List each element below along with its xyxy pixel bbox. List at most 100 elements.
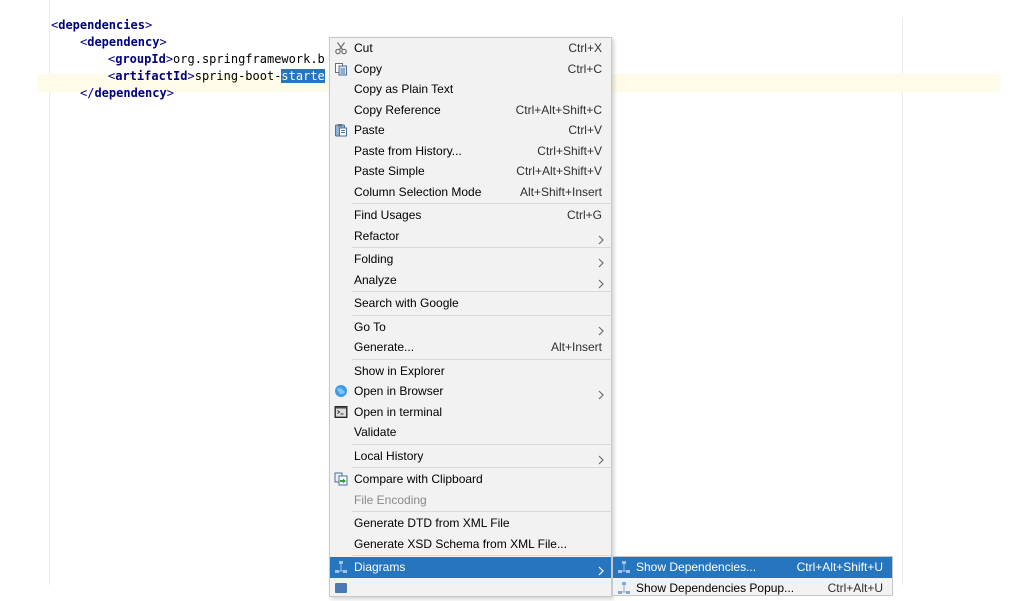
menu-separator [352, 555, 611, 556]
menu-item-search-with-google[interactable]: Search with Google [330, 293, 611, 314]
xml-bracket: > [144, 18, 153, 32]
menu-item-refactor[interactable]: Refactor [330, 226, 611, 247]
right-margin-guide [902, 18, 903, 585]
menu-item-paste-simple[interactable]: Paste Simple Ctrl+Alt+Shift+V [330, 161, 611, 182]
code-line: <artifactId>spring-boot-starte [108, 67, 325, 85]
code-line: <groupId>org.springframework.b [108, 50, 325, 68]
chevron-right-icon [597, 231, 606, 244]
menu-item-analyze[interactable]: Analyze [330, 270, 611, 291]
xml-tag-name: dependencies [58, 18, 145, 32]
chevron-right-icon [597, 562, 606, 576]
menu-separator [352, 467, 611, 468]
menu-item-shortcut: Alt+Insert [550, 340, 602, 354]
menu-item-validate[interactable]: Validate [330, 422, 611, 443]
xml-bracket: </ [80, 86, 95, 100]
menu-item-shortcut: Ctrl+Alt+Shift+C [515, 102, 602, 117]
menu-item-label: Compare with Clipboard [354, 472, 483, 486]
menu-item-generate-dtd-from-xml-file[interactable]: Generate DTD from XML File [330, 513, 611, 534]
menu-item-shortcut: Ctrl+Alt+Shift+V [516, 164, 602, 178]
menu-item-find-usages[interactable]: Find Usages Ctrl+G [330, 205, 611, 226]
xml-text: org.springframework.b [173, 52, 325, 66]
menu-item-label: Go To [354, 319, 386, 334]
menu-separator [352, 291, 611, 292]
menu-item-file-encoding: File Encoding [330, 490, 611, 511]
menu-item-label: Show Dependencies Popup... [636, 580, 795, 595]
menu-item-label: File Encoding [354, 492, 427, 507]
maven-icon [334, 581, 348, 595]
menu-item-diagrams[interactable]: Diagrams [330, 557, 611, 578]
menu-item-shortcut: Ctrl+G [566, 208, 602, 222]
menu-item-show-dependencies-popup[interactable]: Show Dependencies Popup... Ctrl+Alt+U [613, 578, 892, 599]
menu-item-generate-xsd-schema-from-xml-file[interactable]: Generate XSD Schema from XML File... [330, 534, 611, 555]
menu-item-generate[interactable]: Generate... Alt+Insert [330, 337, 611, 358]
xml-text: spring-boot- [194, 69, 282, 83]
menu-item-shortcut: Ctrl+Alt+U [827, 580, 883, 595]
menu-separator [352, 511, 611, 512]
menu-item-copy[interactable]: Copy Ctrl+C [330, 59, 611, 80]
menu-item-label: Analyze [354, 272, 397, 287]
menu-separator [352, 314, 611, 316]
menu-item-local-history[interactable]: Local History [330, 446, 611, 467]
menu-item-shortcut: Ctrl+V [568, 123, 602, 137]
xml-tag-name: artifactId [115, 69, 188, 83]
menu-item-show-dependencies[interactable]: Show Dependencies... Ctrl+Alt+Shift+U [613, 557, 892, 578]
menu-item-label: Paste from History... [354, 143, 462, 158]
code-line: </dependency> [80, 84, 174, 102]
terminal-icon [334, 405, 348, 419]
menu-item-cut[interactable]: Cut Ctrl+X [330, 38, 611, 59]
menu-item-folding[interactable]: Folding [330, 249, 611, 270]
diagram-icon [334, 560, 348, 574]
menu-item-label: Generate XSD Schema from XML File... [354, 536, 567, 551]
scissors-icon [334, 41, 348, 55]
menu-item-label: Local History [354, 448, 424, 463]
diagrams-submenu: Show Dependencies... Ctrl+Alt+Shift+U Show… [612, 556, 893, 596]
chevron-right-icon [597, 275, 606, 288]
xml-bracket: > [187, 69, 195, 83]
menu-item-open-in-browser[interactable]: Open in Browser [330, 381, 611, 402]
menu-item-label: Validate [354, 425, 397, 439]
menu-item-shortcut: Ctrl+X [568, 41, 602, 55]
chevron-right-icon [597, 322, 606, 335]
xml-bracket: > [165, 52, 174, 66]
xml-bracket: > [159, 35, 167, 49]
menu-item-label: Paste Simple [354, 164, 425, 178]
menu-item-shortcut: Ctrl+Alt+Shift+U [796, 560, 883, 574]
code-line: <dependencies> [51, 16, 152, 34]
menu-separator [352, 203, 611, 204]
menu-item-paste-from-history[interactable]: Paste from History... Ctrl+Shift+V [330, 141, 611, 162]
menu-item-label: Find Usages [354, 208, 422, 222]
xml-bracket: > [166, 86, 174, 100]
menu-item-open-in-terminal[interactable]: Open in terminal [330, 402, 611, 423]
menu-item-copy-as-plain-text[interactable]: Copy as Plain Text [330, 79, 611, 100]
menu-item-more[interactable] [330, 578, 611, 599]
copy-icon [334, 62, 348, 76]
menu-item-label: Open in terminal [354, 404, 443, 419]
globe-icon [334, 384, 348, 398]
compare-icon [334, 472, 348, 486]
menu-item-compare-with-clipboard[interactable]: Compare with Clipboard [330, 469, 611, 490]
xml-tag-name: groupId [115, 52, 166, 66]
menu-item-show-in-explorer[interactable]: Show in Explorer [330, 361, 611, 382]
menu-item-label: Show in Explorer [354, 363, 445, 378]
chevron-right-icon [597, 451, 606, 464]
menu-item-shortcut: Alt+Shift+Insert [519, 184, 602, 199]
xml-tag-name: dependency [87, 35, 160, 49]
xml-tag-name: dependency [94, 86, 167, 100]
menu-item-shortcut: Ctrl+Shift+V [537, 143, 602, 158]
paste-icon [334, 123, 348, 137]
menu-item-label: Cut [354, 41, 373, 55]
menu-item-label: Copy [354, 61, 383, 76]
chevron-right-icon [597, 386, 606, 400]
menu-separator [352, 443, 611, 445]
menu-item-label: Column Selection Mode [354, 184, 482, 199]
code-line: <dependency> [80, 33, 167, 51]
menu-item-go-to[interactable]: Go To [330, 317, 611, 338]
menu-item-label: Search with Google [354, 296, 459, 310]
menu-item-label: Paste [354, 123, 385, 137]
menu-item-paste[interactable]: Paste Ctrl+V [330, 120, 611, 141]
menu-item-column-selection-mode[interactable]: Column Selection Mode Alt+Shift+Insert [330, 182, 611, 203]
menu-item-shortcut: Ctrl+C [567, 61, 602, 76]
chevron-right-icon [597, 254, 606, 268]
menu-item-copy-reference[interactable]: Copy Reference Ctrl+Alt+Shift+C [330, 100, 611, 121]
menu-separator [352, 358, 611, 360]
